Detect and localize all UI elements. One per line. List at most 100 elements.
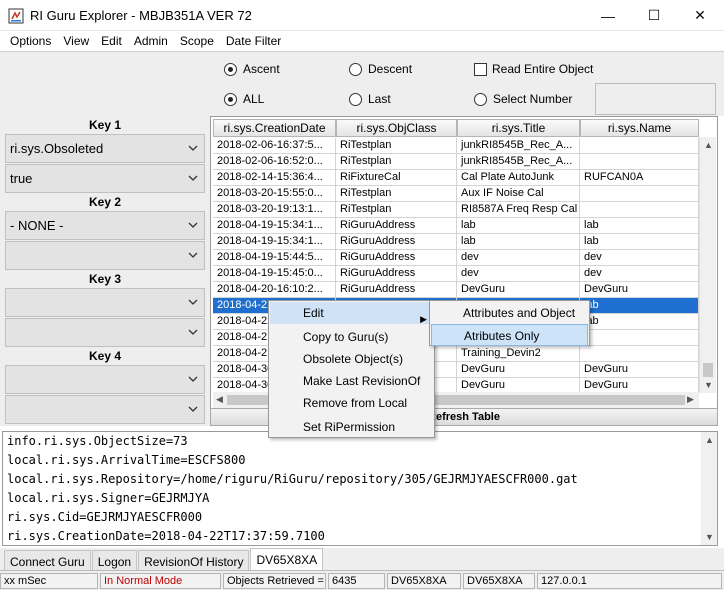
column-header-obj-class[interactable]: ri.sys.ObjClass <box>336 119 457 137</box>
detail-line: ri.sys.Cid=GEJRMJYAESCFR000 <box>7 510 203 524</box>
table-cell: Aux IF Noise Cal <box>457 186 580 202</box>
table-row[interactable]: 2018-02-06-16:37:5... RiTestplan junkRI854… <box>213 138 699 154</box>
table-cell: junkRI8545B_Rec_A... <box>457 138 580 154</box>
chevron-down-icon <box>188 222 198 228</box>
status-ip: 127.0.0.1 <box>537 573 722 589</box>
radio-icon <box>474 92 487 106</box>
checkbox-icon <box>474 62 487 76</box>
scroll-up-icon[interactable]: ▲ <box>705 435 714 445</box>
table-row[interactable]: 2018-04-20-16:10:2... RiGuruAddress DevGur… <box>213 282 699 298</box>
submenu-attributes-only[interactable]: Atributes Only <box>431 324 588 346</box>
column-header-name[interactable]: ri.sys.Name <box>580 119 699 137</box>
menu-options[interactable]: Options <box>4 31 57 51</box>
column-header-title[interactable]: ri.sys.Title <box>457 119 580 137</box>
tab-revisionof-history[interactable]: RevisionOf History <box>138 550 250 570</box>
last-radio[interactable]: Last <box>349 92 391 106</box>
scroll-down-icon[interactable]: ▼ <box>704 380 713 390</box>
tab-logon[interactable]: Logon <box>91 550 138 570</box>
ctx-copy-to-guru[interactable]: Copy to Guru(s) <box>270 326 433 348</box>
table-cell: lab <box>457 234 580 250</box>
menu-date-filter[interactable]: Date Filter <box>220 31 287 51</box>
menu-admin[interactable]: Admin <box>128 31 174 51</box>
descent-radio[interactable]: Descent <box>349 62 412 76</box>
key3-field-combo[interactable] <box>5 288 205 317</box>
key1-field-combo[interactable]: ri.sys.Obsoleted <box>5 134 205 163</box>
select-number-radio[interactable]: Select Number <box>474 92 572 106</box>
scroll-thumb[interactable] <box>703 363 713 377</box>
key2-value-combo[interactable] <box>5 241 205 270</box>
scroll-down-icon[interactable]: ▼ <box>705 532 714 542</box>
all-radio[interactable]: ALL <box>224 92 264 106</box>
read-entire-label: Read Entire Object <box>492 62 594 76</box>
table-row[interactable]: 2018-04-19-15:34:1... RiGuruAddress lab lab <box>213 218 699 234</box>
tab-dv65x8xa[interactable]: DV65X8XA <box>250 548 324 570</box>
table-cell <box>580 202 699 218</box>
key3-value-combo[interactable] <box>5 318 205 347</box>
detail-line: ri.sys.CreationDate=2018-04-22T17:37:59.… <box>7 529 325 543</box>
table-cell: lab <box>580 218 699 234</box>
table-row[interactable]: 2018-03-20-15:55:0... RiTestplan Aux IF No… <box>213 186 699 202</box>
table-cell: 2018-02-14-15:36:4... <box>213 170 336 186</box>
status-retrieved-label: Objects Retrieved = <box>223 573 326 589</box>
last-label: Last <box>368 92 391 106</box>
menu-view[interactable]: View <box>57 31 95 51</box>
menu-bar: Options View Edit Admin Scope Date Filte… <box>0 31 724 51</box>
column-header-creation-date[interactable]: ri.sys.CreationDate <box>213 119 336 137</box>
menu-edit[interactable]: Edit <box>95 31 128 51</box>
submenu-attributes-and-object[interactable]: Attributes and Object <box>431 302 588 324</box>
scroll-right-icon[interactable]: ▶ <box>687 394 694 405</box>
close-button[interactable]: ✕ <box>677 0 723 31</box>
detail-vertical-scrollbar[interactable]: ▲ ▼ <box>701 432 717 545</box>
table-cell: Training_Devin2 <box>457 346 580 362</box>
table-cell: 2018-02-06-16:52:0... <box>213 154 336 170</box>
chevron-down-icon <box>188 406 198 412</box>
key1-value-combo[interactable]: true <box>5 164 205 193</box>
table-cell: lab <box>580 314 699 330</box>
ctx-make-last-revisionof[interactable]: Make Last RevisionOf <box>270 370 433 392</box>
maximize-button[interactable]: ☐ <box>631 0 677 31</box>
table-cell: 2018-04-19-15:44:5... <box>213 250 336 266</box>
key4-field-combo[interactable] <box>5 365 205 394</box>
table-row[interactable]: 2018-03-20-19:13:1... RiTestplan RI8587A F… <box>213 202 699 218</box>
table-cell: DevGuru <box>457 282 580 298</box>
table-cell: dev <box>457 266 580 282</box>
chevron-down-icon <box>188 299 198 305</box>
table-row[interactable]: 2018-02-14-15:36:4... RiFixtureCal Cal Pla… <box>213 170 699 186</box>
scroll-up-icon[interactable]: ▲ <box>704 140 713 150</box>
key4-value-combo[interactable] <box>5 395 205 424</box>
ascent-label: Ascent <box>243 62 280 76</box>
key2-field-combo[interactable]: - NONE - <box>5 211 205 240</box>
menu-scope[interactable]: Scope <box>174 31 220 51</box>
table-cell: RiTestplan <box>336 154 457 170</box>
key1-value: true <box>10 171 33 186</box>
object-detail-textarea[interactable]: info.ri.sys.ObjectSize=73 local.ri.sys.A… <box>2 431 718 546</box>
table-row[interactable]: 2018-04-19-15:34:1... RiGuruAddress lab lab <box>213 234 699 250</box>
status-host-1: DV65X8XA <box>387 573 461 589</box>
table-row[interactable]: 2018-02-06-16:52:0... RiTestplan junkRI854… <box>213 154 699 170</box>
number-input[interactable] <box>595 83 716 115</box>
ctx-remove-from-local[interactable]: Remove from Local <box>270 392 433 414</box>
key3-label: Key 3 <box>88 272 122 286</box>
read-entire-object-checkbox[interactable]: Read Entire Object <box>474 62 593 76</box>
title-bar: RI Guru Explorer - MBJB351A VER 72 — ☐ ✕ <box>0 0 724 31</box>
table-cell: 2018-03-20-19:13:1... <box>213 202 336 218</box>
ctx-edit-label: Edit <box>303 306 324 320</box>
app-icon <box>8 8 24 24</box>
minimize-button[interactable]: — <box>585 0 631 31</box>
ctx-obsolete-objects[interactable]: Obsolete Object(s) <box>270 348 433 370</box>
tab-connect-guru[interactable]: Connect Guru <box>4 550 91 570</box>
key4-label: Key 4 <box>88 349 122 363</box>
chevron-down-icon <box>188 252 198 258</box>
ctx-set-ripermission[interactable]: Set RiPermission <box>270 416 433 438</box>
table-vertical-scrollbar[interactable]: ▲ ▼ <box>699 137 716 393</box>
radio-icon <box>349 92 362 106</box>
scroll-left-icon[interactable]: ◀ <box>216 394 223 405</box>
ctx-edit[interactable]: Edit ▶ <box>270 302 433 324</box>
table-row[interactable]: 2018-04-19-15:44:5... RiGuruAddress dev dev <box>213 250 699 266</box>
all-label: ALL <box>243 92 265 106</box>
ascent-radio[interactable]: Ascent <box>224 62 280 76</box>
table-row[interactable]: 2018-04-19-15:45:0... RiGuruAddress dev dev <box>213 266 699 282</box>
table-cell: RiTestplan <box>336 202 457 218</box>
context-menu: Edit ▶ Copy to Guru(s) Obsolete Object(s… <box>268 300 435 438</box>
table-cell: DevGuru <box>580 282 699 298</box>
